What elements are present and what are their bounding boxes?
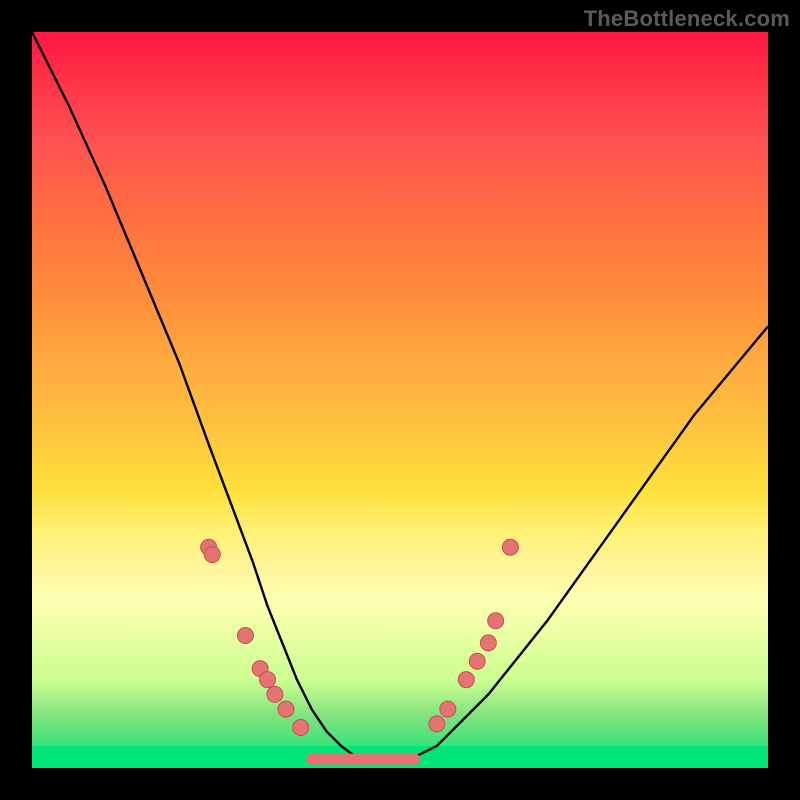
chart-container: TheBottleneck.com (0, 0, 800, 800)
marker-left-5 (267, 686, 283, 702)
marker-right-4 (480, 635, 496, 651)
chart-svg (32, 32, 768, 768)
marker-left-2 (237, 628, 253, 644)
marker-right-2 (458, 672, 474, 688)
marker-right-3 (469, 653, 485, 669)
plot-area (32, 32, 768, 768)
marker-right-1 (440, 701, 456, 717)
markers-right-group (429, 539, 519, 732)
marker-right-6 (502, 539, 518, 555)
marker-left-7 (293, 720, 309, 736)
watermark-text: TheBottleneck.com (584, 6, 790, 32)
marker-left-6 (278, 701, 294, 717)
marker-right-0 (429, 716, 445, 732)
marker-left-4 (260, 672, 276, 688)
marker-right-5 (488, 613, 504, 629)
marker-left-1 (204, 547, 220, 563)
bottleneck-curve (32, 32, 768, 761)
